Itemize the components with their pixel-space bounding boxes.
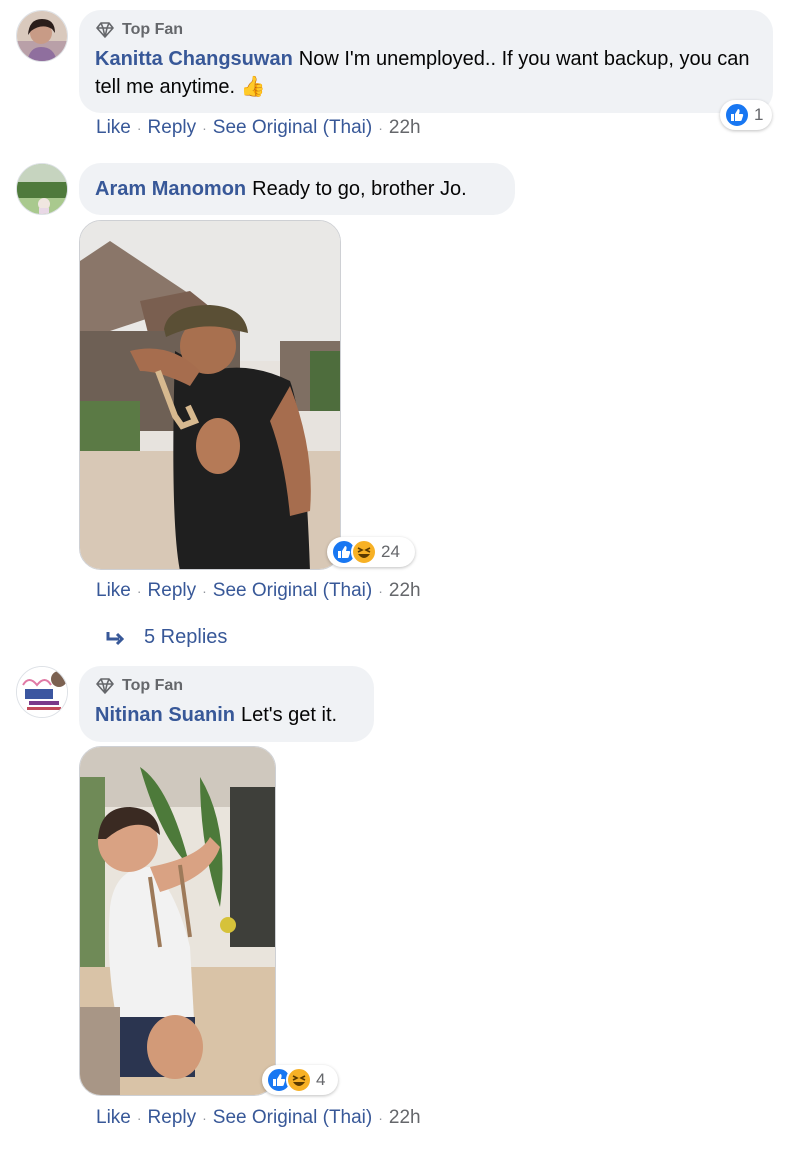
reaction-summary[interactable]: 4: [262, 1065, 338, 1095]
comment-bubble: Top Fan Kanitta Changsuwan Now I'm unempl…: [79, 10, 773, 113]
author-name[interactable]: Nitinan Suanin: [95, 704, 235, 726]
author-name[interactable]: Kanitta Changsuwan: [95, 48, 293, 70]
separator: ·: [136, 1110, 142, 1126]
comment-photo[interactable]: [79, 746, 276, 1096]
see-original-link[interactable]: See Original (Thai): [213, 1107, 372, 1128]
avatar[interactable]: [16, 666, 68, 718]
view-replies-link[interactable]: 5 Replies: [106, 626, 227, 649]
thumbs-up-emoji: 👍: [240, 76, 266, 98]
timestamp[interactable]: 22h: [389, 580, 421, 601]
separator: ·: [202, 583, 207, 599]
comment-photo[interactable]: [79, 220, 341, 570]
like-link[interactable]: Like: [96, 580, 131, 601]
see-original-link[interactable]: See Original (Thai): [213, 580, 372, 601]
comment-text: Let's get it.: [241, 704, 338, 726]
timestamp[interactable]: 22h: [389, 1107, 421, 1128]
separator: ·: [202, 120, 207, 136]
avatar[interactable]: [16, 163, 68, 215]
comment-actions: Like · Reply · See Original (Thai) · 22h: [96, 1107, 421, 1129]
top-fan-badge: Top Fan: [95, 19, 757, 41]
comment-text: Ready to go, brother Jo.: [252, 178, 467, 200]
reply-link[interactable]: Reply: [148, 117, 197, 138]
haha-icon: [286, 1067, 312, 1093]
like-icon: [724, 102, 750, 128]
avatar[interactable]: [16, 10, 68, 62]
comment-bubble: Aram Manomon Ready to go, brother Jo.: [79, 163, 515, 215]
separator: ·: [136, 583, 142, 599]
separator: ·: [378, 1110, 383, 1126]
top-fan-label: Top Fan: [122, 677, 184, 694]
reaction-summary[interactable]: 1: [720, 100, 772, 130]
comment-bubble: Top Fan Nitinan Suanin Let's get it.: [79, 666, 374, 742]
reply-link[interactable]: Reply: [148, 1107, 197, 1128]
reply-arrow-icon: [106, 631, 124, 645]
top-fan-label: Top Fan: [122, 21, 184, 38]
separator: ·: [202, 1110, 207, 1126]
author-name[interactable]: Aram Manomon: [95, 178, 246, 200]
timestamp[interactable]: 22h: [389, 117, 421, 138]
replies-count[interactable]: 5 Replies: [144, 626, 227, 649]
separator: ·: [378, 583, 383, 599]
reaction-count: 24: [381, 542, 400, 561]
diamond-icon: [96, 22, 114, 38]
reaction-summary[interactable]: 24: [327, 537, 415, 567]
like-link[interactable]: Like: [96, 1107, 131, 1128]
see-original-link[interactable]: See Original (Thai): [213, 117, 372, 138]
reaction-count: 4: [316, 1070, 326, 1089]
comment-actions: Like · Reply · See Original (Thai) · 22h: [96, 580, 421, 602]
diamond-icon: [96, 678, 114, 694]
top-fan-badge: Top Fan: [95, 675, 358, 697]
comment-actions: Like · Reply · See Original (Thai) · 22h: [96, 117, 421, 139]
reaction-count: 1: [754, 105, 764, 124]
haha-icon: [351, 539, 377, 565]
separator: ·: [378, 120, 383, 136]
like-link[interactable]: Like: [96, 117, 131, 138]
separator: ·: [136, 120, 142, 136]
reply-link[interactable]: Reply: [148, 580, 197, 601]
